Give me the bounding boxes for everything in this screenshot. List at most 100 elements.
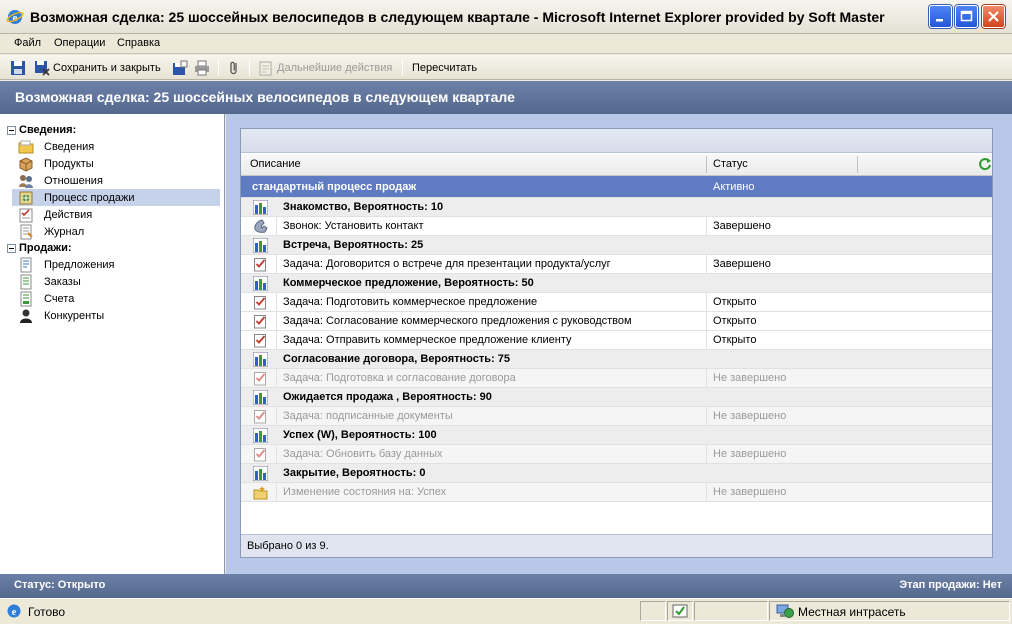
status-pane bbox=[694, 601, 768, 621]
recalculate-button[interactable]: Пересчитать bbox=[412, 59, 477, 76]
save-new-button[interactable] bbox=[172, 59, 191, 76]
grid-toolbar bbox=[241, 129, 992, 153]
print-button[interactable] bbox=[194, 59, 213, 76]
table-row-stage[interactable]: Встреча, Вероятность: 25 bbox=[241, 236, 992, 255]
nav-item-label: Сведения bbox=[44, 140, 95, 153]
browser-status-bar: e Готово Местная интрасеть bbox=[0, 598, 1012, 624]
refresh-icon[interactable] bbox=[978, 157, 992, 171]
nav-item-quotes[interactable]: Предложения bbox=[12, 256, 220, 273]
column-header-status[interactable]: Статус bbox=[713, 158, 748, 170]
main-content: Описание Статус стандартный процесс прод… bbox=[226, 114, 1012, 574]
row-description: Задача: Договорится о встрече для презен… bbox=[283, 258, 611, 270]
quote-icon bbox=[20, 257, 32, 272]
save-button[interactable] bbox=[10, 59, 29, 76]
table-row-stage[interactable]: Коммерческое предложение, Вероятность: 5… bbox=[241, 274, 992, 293]
security-check-icon bbox=[672, 604, 688, 618]
toolbar-separator bbox=[249, 59, 250, 76]
nav-group-sales[interactable]: Продажи: bbox=[7, 242, 72, 254]
table-row-activity[interactable]: Задача: Обновить базу данных Не завершен… bbox=[241, 445, 992, 464]
table-row-activity[interactable]: Задача: подписанные документы Не заверше… bbox=[241, 407, 992, 426]
row-description: Закрытие, Вероятность: 0 bbox=[283, 467, 426, 479]
toolbar-separator bbox=[218, 59, 219, 76]
table-row-activity[interactable]: Звонок: Установить контакт Завершено bbox=[241, 217, 992, 236]
row-description: Встреча, Вероятность: 25 bbox=[283, 239, 424, 251]
left-navigation: Сведения: Сведения Продукты Отношения Пр… bbox=[0, 114, 225, 574]
further-actions-button[interactable]: Дальнейшие действия bbox=[258, 59, 392, 76]
nav-item-label: Процесс продажи bbox=[44, 191, 135, 204]
minimize-button[interactable] bbox=[929, 5, 952, 28]
column-header-description[interactable]: Описание bbox=[250, 158, 301, 170]
nav-item-label: Заказы bbox=[44, 275, 81, 288]
stage-chart-icon bbox=[253, 352, 268, 367]
task-icon bbox=[254, 448, 266, 462]
cell-divider bbox=[276, 217, 277, 235]
menu-file[interactable]: Файл bbox=[14, 37, 41, 49]
table-row-activity[interactable]: Задача: Договорится о встрече для презен… bbox=[241, 255, 992, 274]
save-close-label: Сохранить и закрыть bbox=[53, 61, 161, 74]
table-row-activity[interactable]: Задача: Отправить коммерческое предложен… bbox=[241, 331, 992, 350]
cell-divider bbox=[706, 255, 707, 273]
stage-chart-icon bbox=[253, 466, 268, 481]
row-description: Успех (W), Вероятность: 100 bbox=[283, 429, 437, 441]
sales-stage: Этап продажи: Нет bbox=[899, 579, 1002, 591]
nav-item-competitors[interactable]: Конкуренты bbox=[12, 307, 220, 324]
record-status-strip: Статус: Открыто Этап продажи: Нет bbox=[0, 574, 1012, 598]
row-description: Задача: подписанные документы bbox=[283, 410, 453, 422]
invoice-icon bbox=[20, 291, 32, 306]
row-status: Открыто bbox=[713, 334, 757, 346]
cell-divider bbox=[276, 312, 277, 330]
table-row-stage[interactable]: Успех (W), Вероятность: 100 bbox=[241, 426, 992, 445]
maximize-icon bbox=[960, 10, 973, 22]
stage-chart-icon bbox=[253, 200, 268, 215]
table-row-activity[interactable]: Задача: Подготовка и согласование догово… bbox=[241, 369, 992, 388]
nav-item-products[interactable]: Продукты bbox=[12, 155, 220, 172]
state-change-icon bbox=[253, 486, 268, 500]
printer-icon bbox=[195, 60, 209, 75]
attach-button[interactable] bbox=[226, 59, 245, 76]
save-new-icon bbox=[173, 60, 188, 75]
grid-footer: Выбрано 0 из 9. bbox=[241, 534, 992, 557]
relationships-icon bbox=[19, 174, 33, 188]
nav-item-activities[interactable]: Действия bbox=[12, 206, 220, 223]
page-title: Возможная сделка: 25 шоссейных велосипед… bbox=[0, 81, 1012, 114]
nav-group-details[interactable]: Сведения: bbox=[7, 124, 76, 136]
window-titlebar: e Возможная сделка: 25 шоссейных велосип… bbox=[0, 0, 1012, 34]
nav-item-label: Конкуренты bbox=[44, 309, 105, 322]
nav-item-invoices[interactable]: Счета bbox=[12, 290, 220, 307]
row-description: Согласование договора, Вероятность: 75 bbox=[283, 353, 510, 365]
table-row-activity[interactable]: Изменение состояния на: Успех Не заверше… bbox=[241, 483, 992, 502]
nav-item-sales-process[interactable]: Процесс продажи bbox=[12, 189, 220, 206]
nav-item-relationships[interactable]: Отношения bbox=[12, 172, 220, 189]
menu-help[interactable]: Справка bbox=[117, 37, 160, 49]
phone-call-icon bbox=[254, 219, 268, 233]
table-row-stage[interactable]: Ожидается продажа , Вероятность: 90 bbox=[241, 388, 992, 407]
nav-item-label: Журнал bbox=[44, 225, 85, 238]
nav-item-details[interactable]: Сведения bbox=[12, 138, 220, 155]
table-row-stage[interactable]: Закрытие, Вероятность: 0 bbox=[241, 464, 992, 483]
notepad-icon bbox=[259, 61, 272, 75]
row-description: Знакомство, Вероятность: 10 bbox=[283, 201, 444, 213]
table-row-activity[interactable]: Задача: Подготовить коммерческое предлож… bbox=[241, 293, 992, 312]
security-zone-text: Местная интрасеть bbox=[798, 605, 906, 619]
table-row-activity[interactable]: Задача: Согласование коммерческого предл… bbox=[241, 312, 992, 331]
nav-item-orders[interactable]: Заказы bbox=[12, 273, 220, 290]
table-row-stage[interactable]: Знакомство, Вероятность: 10 bbox=[241, 198, 992, 217]
stage-chart-icon bbox=[253, 238, 268, 253]
row-status: Завершено bbox=[713, 258, 771, 270]
recalculate-label: Пересчитать bbox=[412, 61, 478, 74]
table-row-stage[interactable]: Согласование договора, Вероятность: 75 bbox=[241, 350, 992, 369]
menu-operations[interactable]: Операции bbox=[54, 37, 105, 49]
maximize-button[interactable] bbox=[955, 5, 978, 28]
row-status: Не завершено bbox=[713, 486, 787, 498]
stage-chart-icon bbox=[253, 428, 268, 443]
save-close-button[interactable]: Сохранить и закрыть bbox=[34, 59, 161, 76]
cell-divider bbox=[276, 293, 277, 311]
page-done-icon: e bbox=[7, 604, 21, 618]
table-row-process[interactable]: стандартный процесс продаж Активно bbox=[241, 176, 992, 198]
row-status: Не завершено bbox=[713, 372, 787, 384]
competitor-icon bbox=[20, 309, 32, 323]
nav-item-journal[interactable]: Журнал bbox=[12, 223, 220, 240]
further-actions-label: Дальнейшие действия bbox=[277, 61, 393, 74]
close-button[interactable] bbox=[982, 5, 1005, 28]
nav-item-label: Продукты bbox=[44, 157, 94, 170]
